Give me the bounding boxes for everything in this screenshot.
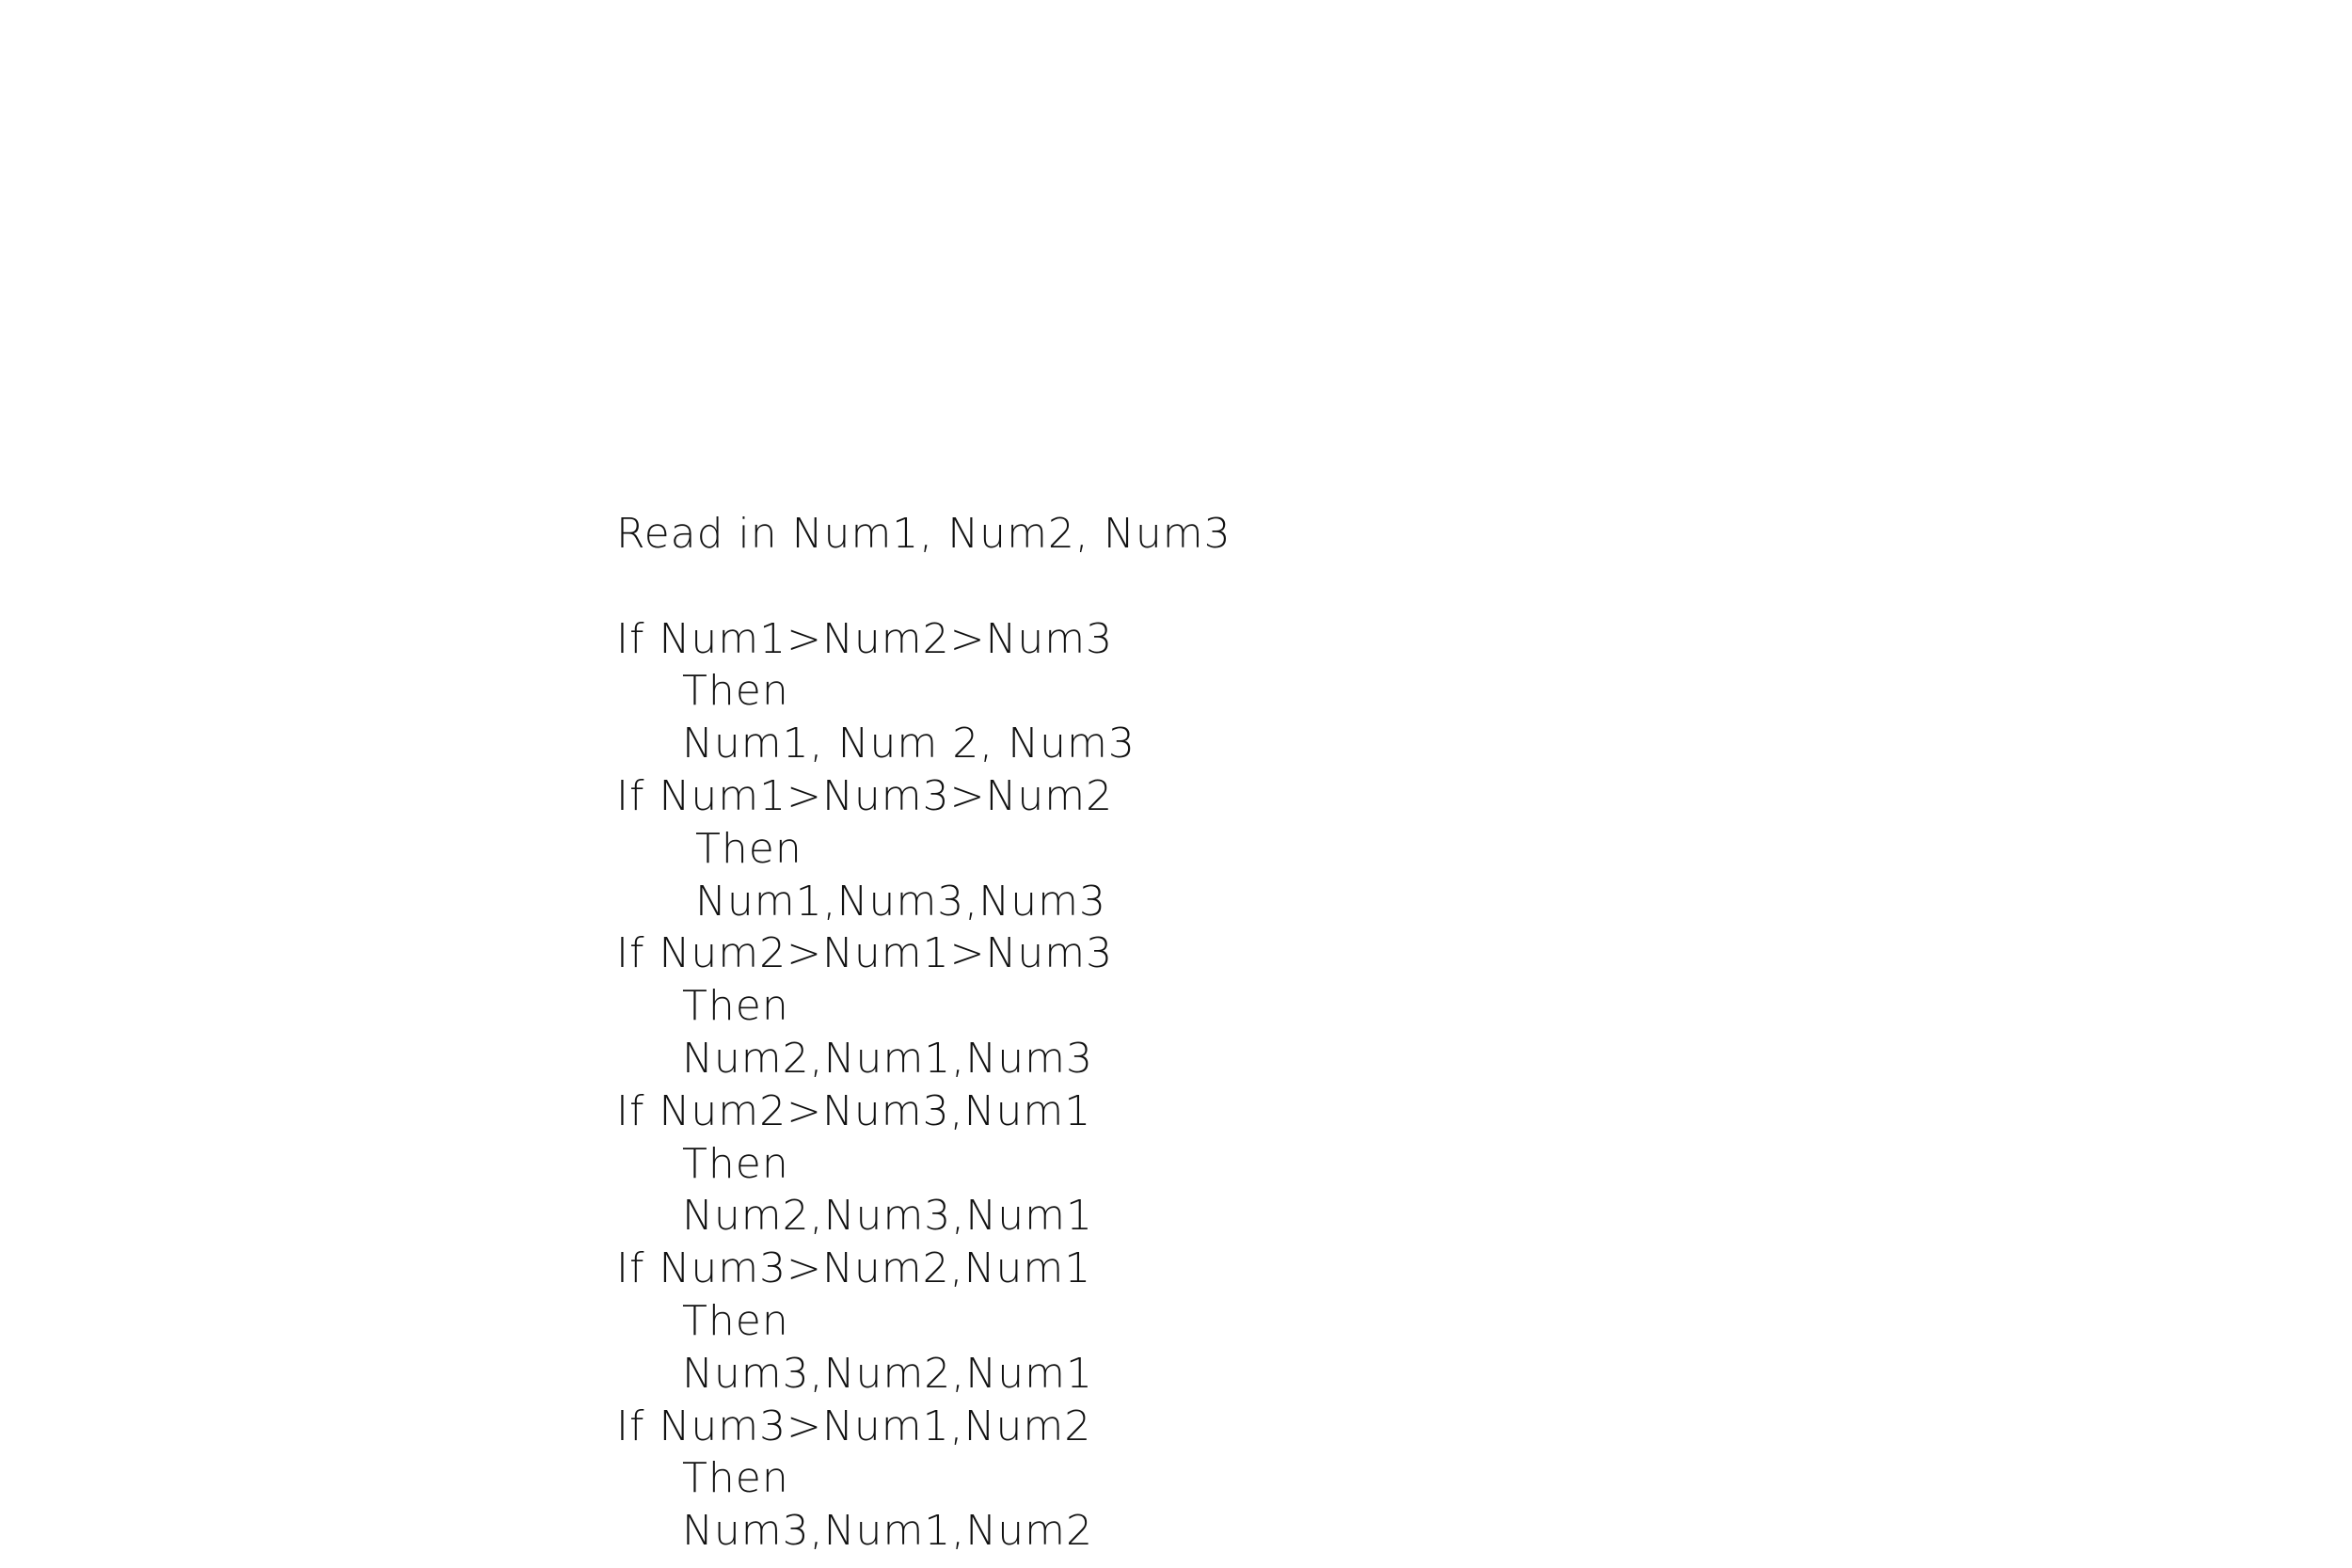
result-line-4: Num2,Num3,Num1 xyxy=(682,1192,1093,1241)
condition-line-3: If Num2>Num1>Num3 xyxy=(616,929,1114,978)
then-line-6: Then xyxy=(682,1454,789,1503)
result-line-5: Num3,Num2,Num1 xyxy=(682,1349,1093,1398)
then-line-1: Then xyxy=(682,667,789,716)
result-line-3: Num2,Num1,Num3 xyxy=(682,1034,1093,1083)
document-page: Read in Num1, Num2, Num3 If Num1>Num2>Nu… xyxy=(0,0,2352,1568)
result-line-2: Num1,Num3,Num3 xyxy=(695,877,1106,926)
pseudocode-text: Read in Num1, Num2, Num3 If Num1>Num2>Nu… xyxy=(616,508,1651,1558)
result-line-1: Num1, Num 2, Num3 xyxy=(682,720,1136,768)
condition-line-4: If Num2>Num3,Num1 xyxy=(616,1086,1092,1135)
condition-line-2: If Num1>Num3>Num2 xyxy=(616,771,1114,820)
result-line-6: Num3,Num1,Num2 xyxy=(682,1507,1093,1556)
condition-line-1: If Num1>Num2>Num3 xyxy=(616,614,1114,663)
then-line-5: Then xyxy=(682,1296,789,1345)
then-line-4: Then xyxy=(682,1139,789,1188)
condition-line-6: If Num3>Num1,Num2 xyxy=(616,1402,1092,1450)
condition-line-5: If Num3>Num2,Num1 xyxy=(616,1244,1092,1293)
then-line-2: Then xyxy=(695,824,803,873)
then-line-3: Then xyxy=(682,982,789,1031)
read-in-line: Read in Num1, Num2, Num3 xyxy=(616,510,1232,558)
